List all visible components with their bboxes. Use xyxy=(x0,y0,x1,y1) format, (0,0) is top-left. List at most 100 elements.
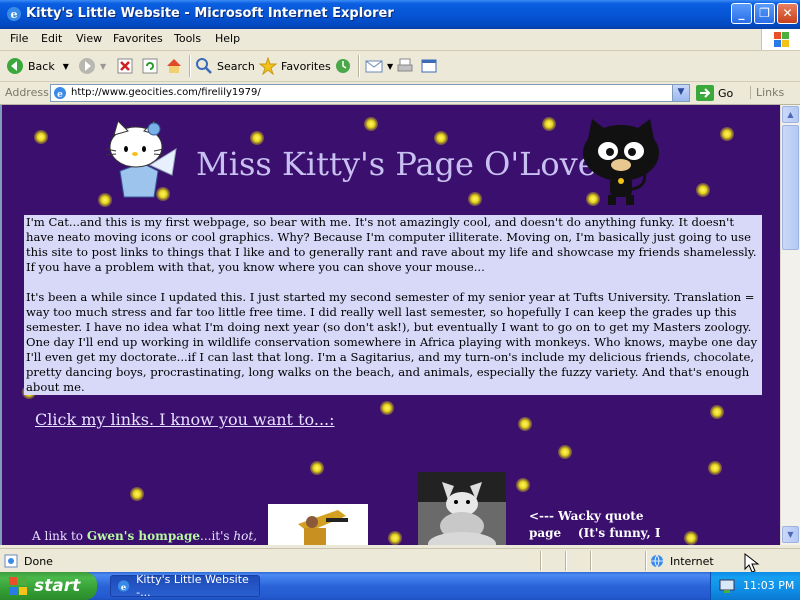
back-dropdown-icon[interactable]: ▼ xyxy=(63,62,69,71)
stop-button[interactable] xyxy=(116,55,138,77)
star-decoration xyxy=(516,478,530,492)
dancer-image xyxy=(268,504,368,545)
stop-icon xyxy=(117,58,133,74)
back-button[interactable]: Back ▼ xyxy=(6,55,69,77)
window-title-bar[interactable]: e Kitty's Little Website - Microsoft Int… xyxy=(0,0,800,29)
animal-photo[interactable] xyxy=(418,472,506,545)
mail-icon xyxy=(365,60,383,73)
menu-view[interactable]: View xyxy=(76,32,102,45)
status-text: Done xyxy=(24,554,53,568)
start-button[interactable]: start xyxy=(0,572,97,600)
go-label: Go xyxy=(718,86,734,100)
star-decoration xyxy=(518,417,532,431)
close-button[interactable]: ✕ xyxy=(777,3,798,24)
star-decoration xyxy=(364,117,378,131)
star-decoration xyxy=(388,531,402,545)
scroll-down-icon[interactable]: ▼ xyxy=(782,526,799,543)
menu-favorites[interactable]: Favorites xyxy=(113,32,163,45)
address-input[interactable]: e http://www.geocities.com/firelily1979/… xyxy=(50,84,690,102)
forward-arrow-icon xyxy=(79,58,95,74)
quote-page-link[interactable]: <--- Wacky quote page (It's funny, I xyxy=(529,508,669,542)
home-icon xyxy=(167,59,181,73)
printer-icon xyxy=(397,58,413,72)
mail-button[interactable]: ▼ xyxy=(365,55,393,77)
favorites-label: Favorites xyxy=(281,59,331,73)
taskbar-window-label: Kitty's Little Website -... xyxy=(136,573,249,599)
refresh-button[interactable] xyxy=(141,55,163,77)
mouse-cursor-icon xyxy=(744,553,760,573)
intro-paragraph-2: It's been a while since I updated this. … xyxy=(26,290,758,394)
page-title: Miss Kitty's Page O'Love xyxy=(196,145,597,183)
zone-text: Internet xyxy=(670,554,714,568)
star-icon xyxy=(259,57,277,75)
intro-paragraph-1: I'm Cat...and this is my first webpage, … xyxy=(26,215,757,274)
scroll-up-icon[interactable]: ▲ xyxy=(782,106,799,123)
globe-icon xyxy=(651,554,663,568)
menu-tools[interactable]: Tools xyxy=(174,32,201,45)
page-icon: e xyxy=(54,87,66,100)
svg-text:e: e xyxy=(57,90,63,100)
star-decoration xyxy=(710,405,724,419)
back-arrow-icon xyxy=(7,58,23,74)
back-label: Back xyxy=(28,59,55,73)
home-button[interactable] xyxy=(165,55,187,77)
status-divider xyxy=(645,551,647,571)
star-decoration xyxy=(558,445,572,459)
print-button[interactable] xyxy=(396,55,418,77)
page-content[interactable]: Miss Kitty's Page O'Love I'm Cat...and t… xyxy=(0,105,780,545)
gwen-photo[interactable] xyxy=(268,504,368,545)
status-done: Done xyxy=(4,554,53,568)
star-decoration xyxy=(250,131,264,145)
clock[interactable]: 11:03 PM xyxy=(743,579,794,592)
minimize-button[interactable]: _ xyxy=(731,3,752,24)
status-divider xyxy=(590,551,592,571)
toolbar: Back ▼ ▼ Search Favorites ▼ xyxy=(0,51,800,82)
maximize-button[interactable]: ❐ xyxy=(754,3,775,24)
page-done-icon xyxy=(4,554,18,568)
mail-dropdown-icon[interactable]: ▼ xyxy=(387,62,393,71)
scroll-thumb[interactable] xyxy=(782,125,799,250)
gwen-link-line: A link to Gwen's hompage...it's hot, xyxy=(32,529,257,543)
address-label: Address xyxy=(5,86,49,99)
gwen-italic-text: hot, xyxy=(233,529,257,543)
internet-explorer-icon: e xyxy=(7,7,21,21)
links-button[interactable]: Links xyxy=(750,86,784,99)
windows-flag-icon xyxy=(9,577,27,595)
intro-text-box: I'm Cat...and this is my first webpage, … xyxy=(24,215,762,395)
taskbar: start e Kitty's Little Website -... 11:0… xyxy=(0,572,800,600)
go-arrow-icon xyxy=(696,85,714,101)
address-dropdown-icon[interactable]: ▼ xyxy=(672,85,689,101)
links-heading[interactable]: Click my links. I know you want to...: xyxy=(35,410,335,429)
menu-help[interactable]: Help xyxy=(215,32,240,45)
star-decoration xyxy=(380,401,394,415)
network-icon[interactable] xyxy=(719,578,735,594)
status-divider xyxy=(540,551,542,571)
menu-bar: File Edit View Favorites Tools Help xyxy=(0,29,800,51)
start-label: start xyxy=(34,576,81,596)
forward-dropdown-icon[interactable]: ▼ xyxy=(100,62,106,71)
vertical-scrollbar[interactable]: ▲ ▼ xyxy=(780,105,800,545)
messenger-button[interactable] xyxy=(420,55,442,77)
forward-button[interactable]: ▼ xyxy=(78,55,106,77)
menu-file[interactable]: File xyxy=(10,32,28,45)
internet-explorer-icon: e xyxy=(117,580,130,592)
refresh-icon xyxy=(142,58,158,74)
quote-line-2: page (It's funny, I xyxy=(529,526,661,540)
star-decoration xyxy=(468,192,482,206)
address-url: http://www.geocities.com/firelily1979/ xyxy=(71,87,261,98)
status-divider xyxy=(565,551,567,571)
history-button[interactable] xyxy=(334,55,356,77)
go-button[interactable]: Go xyxy=(696,84,733,102)
star-decoration xyxy=(708,461,722,475)
star-decoration xyxy=(684,531,698,545)
star-decoration xyxy=(696,183,710,197)
favorites-button[interactable]: Favorites xyxy=(259,55,331,77)
menu-edit[interactable]: Edit xyxy=(41,32,62,45)
chihuahua-image xyxy=(418,472,506,545)
taskbar-window-button[interactable]: e Kitty's Little Website -... xyxy=(110,573,260,599)
search-button[interactable]: Search xyxy=(195,55,255,77)
status-bar: Done Internet xyxy=(0,548,800,573)
gwen-homepage-link[interactable]: Gwen's hompage xyxy=(87,529,200,543)
messenger-icon xyxy=(421,59,437,73)
star-decoration xyxy=(542,117,556,131)
